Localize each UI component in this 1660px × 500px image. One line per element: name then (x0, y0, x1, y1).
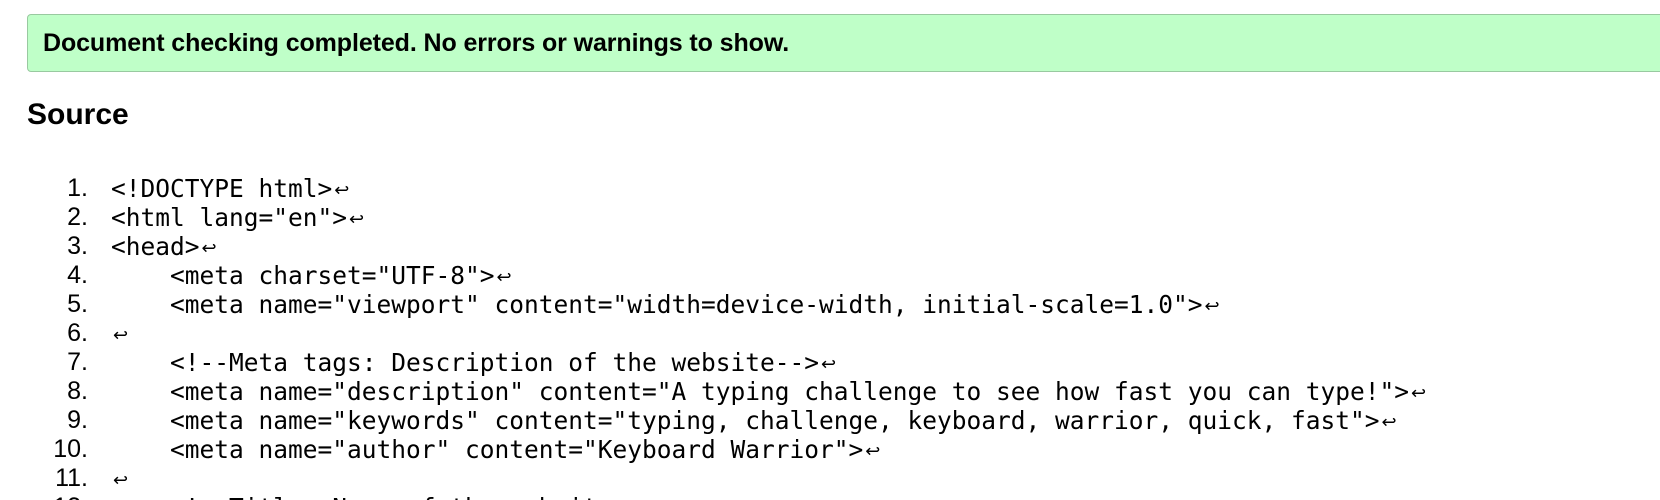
source-code-list: 1. <!DOCTYPE html> ↩ 2. <html lang="en"> ↩ 3. <… (0, 174, 1426, 500)
line-code: <head> (111, 232, 200, 261)
source-line: 8. <meta name="description" content="A t… (0, 377, 1426, 406)
source-heading: Source (27, 98, 129, 131)
line-code: <html lang="en"> (111, 203, 348, 232)
line-code: <meta name="keywords" content="typing, c… (111, 406, 1380, 435)
line-number: 4. (67, 261, 88, 289)
source-line: 2. <html lang="en"> ↩ (0, 203, 1426, 232)
source-line: 1. <!DOCTYPE html> ↩ (0, 174, 1426, 203)
line-number: 12. (0, 493, 88, 500)
source-line: 5. <meta name="viewport" content="width=… (0, 290, 1426, 319)
source-line: 12. <!--Title: Name of the website-->↩ (0, 493, 1426, 500)
line-number: 7. (67, 348, 88, 376)
source-line: 4. <meta charset="UTF-8"> ↩ (0, 261, 1426, 290)
line-end-return-icon: ↩ (821, 354, 837, 375)
line-end-return-icon: ↩ (1411, 383, 1427, 404)
line-code: <meta name="viewport" content="width=dev… (111, 290, 1203, 319)
line-number: 9. (67, 406, 88, 434)
line-end-return-icon: ↩ (1204, 296, 1220, 317)
line-number: 5. (67, 290, 88, 318)
line-end-return-icon: ↩ (496, 267, 512, 288)
line-end-return-icon: ↩ (113, 470, 129, 491)
line-code: <!DOCTYPE html> (111, 174, 333, 203)
source-line: 10. <meta name="author" content="Keyboar… (0, 435, 1426, 464)
line-number: 2. (67, 203, 88, 231)
line-end-return-icon: ↩ (349, 209, 365, 230)
line-number: 11. (55, 464, 88, 492)
line-number: 6. (67, 319, 88, 347)
line-end-return-icon: ↩ (334, 180, 350, 201)
line-code: <meta name="description" content="A typi… (111, 377, 1410, 406)
line-end-return-icon: ↩ (865, 441, 881, 462)
line-number: 10. (53, 435, 88, 463)
line-code: <meta name="author" content="Keyboard Wa… (111, 435, 864, 464)
line-end-return-icon: ↩ (1381, 412, 1397, 433)
line-code: <meta charset="UTF-8"> (111, 261, 495, 290)
success-message-text: Document checking completed. No errors o… (43, 28, 790, 57)
line-number: 3. (67, 232, 88, 260)
source-line: 9. <meta name="keywords" content="typing… (0, 406, 1426, 435)
source-line: 6. ↩ (0, 319, 1426, 348)
line-code: <!--Title: Name of the website--> (111, 493, 657, 500)
line-end-return-icon: ↩ (201, 238, 217, 259)
line-end-return-icon: ↩ (113, 325, 129, 346)
line-number: 8. (67, 377, 88, 405)
success-message-banner: Document checking completed. No errors o… (27, 14, 1660, 72)
line-number: 1. (67, 174, 88, 202)
source-line: 3. <head> ↩ (0, 232, 1426, 261)
source-line: 11. ↩ (0, 464, 1426, 493)
source-line: 7. <!--Meta tags: Description of the web… (0, 348, 1426, 377)
line-code: <!--Meta tags: Description of the websit… (111, 348, 820, 377)
